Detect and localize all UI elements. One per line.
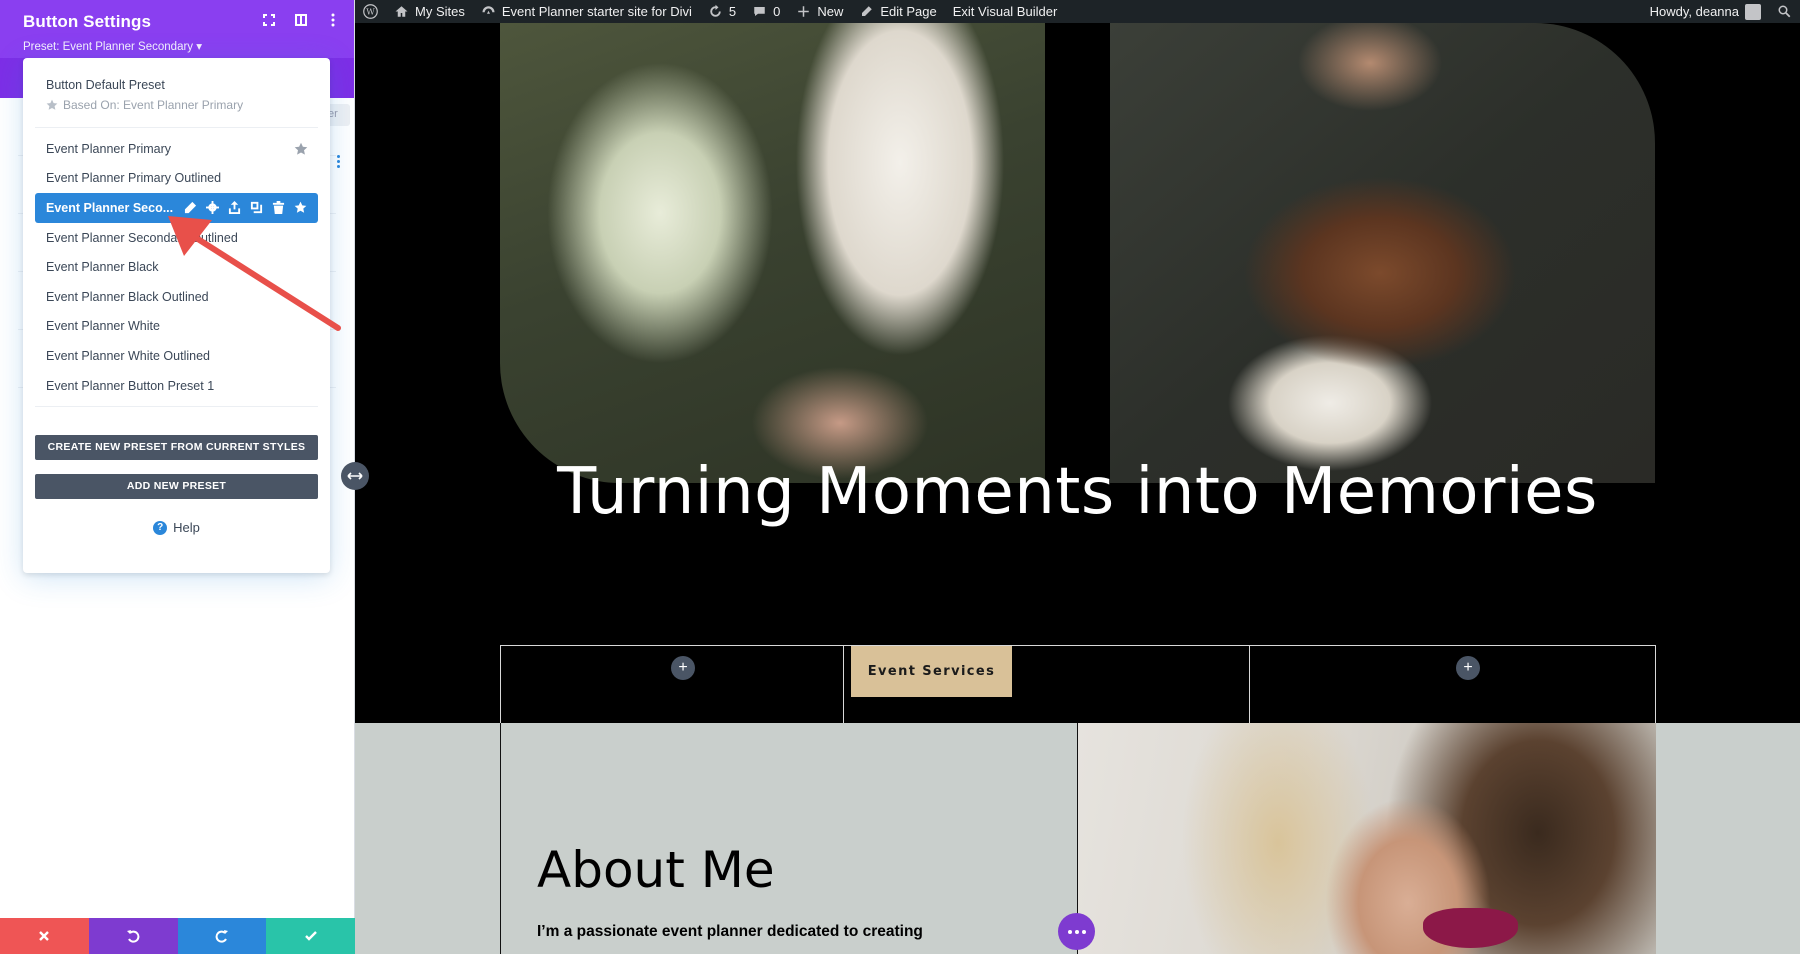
star-icon: [46, 99, 58, 110]
add-module-button[interactable]: +: [1456, 656, 1480, 680]
preset-label: Event Planner White: [46, 319, 160, 334]
redo-icon: [215, 930, 228, 943]
layout-toggle-icon[interactable]: [294, 13, 308, 27]
panel-resize-handle[interactable]: [341, 462, 369, 490]
edit-page-link[interactable]: Edit Page: [851, 0, 944, 23]
dashboard-icon: [482, 6, 495, 14]
preset-item-primary[interactable]: Event Planner Primary: [35, 134, 318, 164]
star-icon[interactable]: [294, 201, 307, 214]
resize-arrows-icon: [347, 472, 363, 480]
plus-icon: [798, 6, 810, 17]
bride-bouquet-image[interactable]: [500, 23, 1045, 483]
preset-item-black[interactable]: Event Planner Black: [35, 252, 318, 282]
preset-item-secondary-outlined[interactable]: Event Planner Secondary Outlined: [35, 223, 318, 253]
pencil-icon: [862, 6, 873, 16]
event-services-button[interactable]: Event Services: [851, 646, 1012, 697]
edit-page-label: Edit Page: [880, 4, 937, 19]
help-link[interactable]: ? Help: [35, 520, 318, 535]
hero-headline[interactable]: Turning Moments into Memories: [535, 453, 1620, 531]
preset-label: Event Planner Black Outlined: [46, 289, 209, 304]
updates-count: 5: [728, 4, 737, 19]
preset-label: Event Planner Black: [46, 260, 159, 275]
preset-dropdown: Button Default Preset Based On: Event Pl…: [23, 58, 330, 573]
discard-button[interactable]: [0, 918, 89, 954]
home-icon: [395, 6, 408, 17]
site-name-label: Event Planner starter site for Divi: [501, 4, 692, 19]
gear-icon[interactable]: [206, 201, 219, 215]
planner-portrait-image[interactable]: [1078, 723, 1656, 954]
builder-menu-button[interactable]: [1058, 913, 1095, 950]
panel-action-bar: [0, 918, 355, 954]
column-divider: [1249, 646, 1250, 724]
preset-label: Event Planner Secondary Outlined: [46, 230, 238, 245]
wordpress-logo-icon[interactable]: W: [355, 0, 386, 23]
about-column: About Me I’m a passionate event planner …: [500, 723, 1078, 954]
add-module-button[interactable]: +: [671, 656, 695, 680]
search-icon: [1778, 5, 1791, 18]
about-title[interactable]: About Me: [537, 841, 775, 899]
duplicate-icon[interactable]: [250, 201, 263, 214]
page-canvas: Turning Moments into Memories + + Event …: [355, 23, 1800, 954]
more-options-icon[interactable]: [326, 13, 340, 27]
default-preset-based-on: Based On: Event Planner Primary: [46, 98, 307, 112]
preset-list: Event Planner Primary Event Planner Prim…: [35, 128, 318, 408]
about-text[interactable]: I’m a passionate event planner dedicated…: [537, 923, 923, 941]
trash-icon[interactable]: [272, 201, 285, 215]
default-preset-name: Button Default Preset: [46, 78, 165, 92]
my-sites-label: My Sites: [415, 4, 465, 19]
comments-link[interactable]: 0: [744, 0, 788, 23]
default-preset[interactable]: Button Default Preset Based On: Event Pl…: [35, 58, 318, 128]
portrait-detail: [1423, 908, 1518, 948]
new-content-link[interactable]: New: [788, 0, 851, 23]
site-name-link[interactable]: Event Planner starter site for Divi: [473, 0, 700, 23]
wp-admin-bar: W My Sites Event Planner starter site fo…: [355, 0, 1800, 23]
button-row-outline: [500, 645, 1656, 724]
comment-icon: [754, 7, 765, 16]
avatar: [1745, 3, 1761, 20]
my-sites-link[interactable]: My Sites: [386, 0, 473, 23]
based-on-label: Based On: Event Planner Primary: [63, 98, 244, 112]
refresh-icon: [710, 4, 721, 17]
preset-label: Event Planner White Outlined: [46, 348, 210, 363]
preset-item-white[interactable]: Event Planner White: [35, 312, 318, 342]
help-icon: ?: [153, 520, 168, 535]
redo-button[interactable]: [177, 918, 267, 954]
user-account-link[interactable]: Howdy, deanna: [1642, 0, 1769, 23]
row-options-icon[interactable]: [337, 155, 341, 169]
howdy-label: Howdy, deanna: [1649, 4, 1739, 19]
panel-header: Button Settings Preset: Event Planner Se…: [0, 0, 354, 58]
checkmark-icon: [304, 931, 317, 941]
updates-link[interactable]: 5: [700, 0, 744, 23]
exit-builder-label: Exit Visual Builder: [952, 4, 1058, 19]
preset-label: Event Planner Primary Outlined: [46, 171, 222, 186]
column-divider: [843, 646, 844, 724]
comments-count: 0: [773, 4, 781, 19]
create-preset-button[interactable]: CREATE NEW PRESET FROM CURRENT STYLES: [35, 435, 318, 461]
add-preset-button[interactable]: ADD NEW PRESET: [35, 474, 318, 500]
star-icon[interactable]: [294, 142, 308, 156]
admin-search[interactable]: [1769, 0, 1800, 23]
preset-label: Event Planner Primary: [46, 141, 172, 156]
help-label: Help: [173, 520, 200, 536]
export-icon[interactable]: [228, 201, 241, 215]
exit-visual-builder-link[interactable]: Exit Visual Builder: [945, 0, 1066, 23]
pencil-icon[interactable]: [184, 201, 197, 214]
preset-selector[interactable]: Preset: Event Planner Secondary ▾: [23, 39, 331, 53]
preset-item-button-preset-1[interactable]: Event Planner Button Preset 1: [35, 371, 318, 401]
preset-label: Event Planner Seco...: [46, 200, 174, 215]
preset-item-secondary-active[interactable]: Event Planner Seco...: [35, 193, 318, 223]
preset-label: Event Planner Button Preset 1: [46, 378, 215, 393]
fullscreen-icon[interactable]: [262, 13, 276, 27]
close-icon: [39, 931, 50, 941]
catering-appetizers-image[interactable]: [1110, 23, 1655, 483]
preset-item-white-outlined[interactable]: Event Planner White Outlined: [35, 341, 318, 371]
new-label: New: [817, 4, 844, 19]
save-button[interactable]: [266, 918, 355, 954]
undo-icon: [127, 930, 140, 943]
preset-item-primary-outlined[interactable]: Event Planner Primary Outlined: [35, 164, 318, 194]
svg-text:W: W: [366, 7, 375, 17]
undo-button[interactable]: [88, 918, 178, 954]
preset-item-black-outlined[interactable]: Event Planner Black Outlined: [35, 282, 318, 312]
